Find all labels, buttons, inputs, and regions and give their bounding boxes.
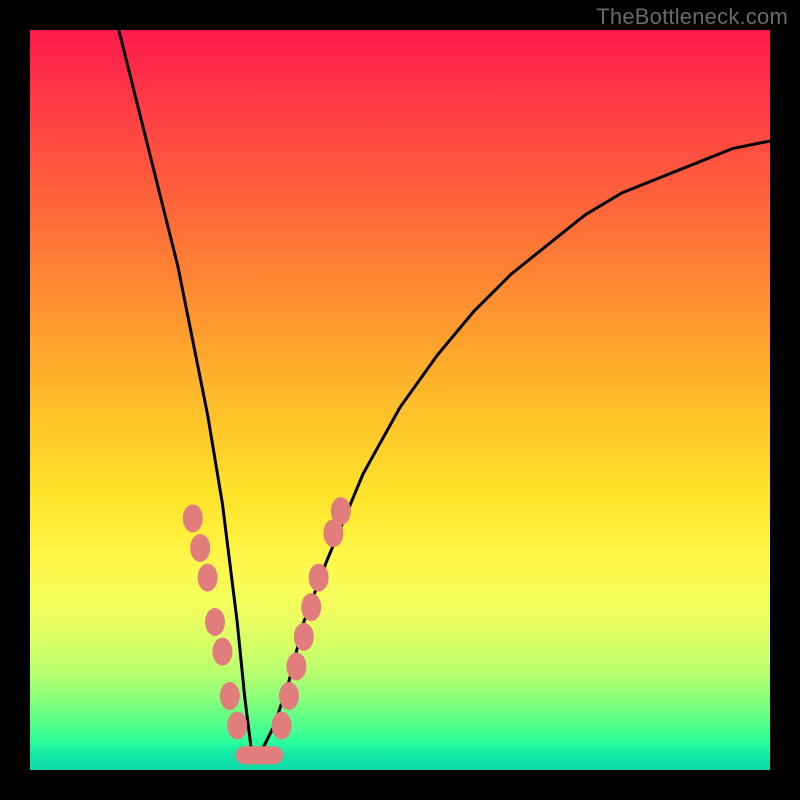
chart-frame: TheBottleneck.com bbox=[0, 0, 800, 800]
highlight-dots bbox=[183, 497, 351, 755]
watermark-text: TheBottleneck.com bbox=[596, 4, 788, 30]
bottleneck-curve bbox=[30, 30, 770, 770]
plot-area bbox=[30, 30, 770, 770]
